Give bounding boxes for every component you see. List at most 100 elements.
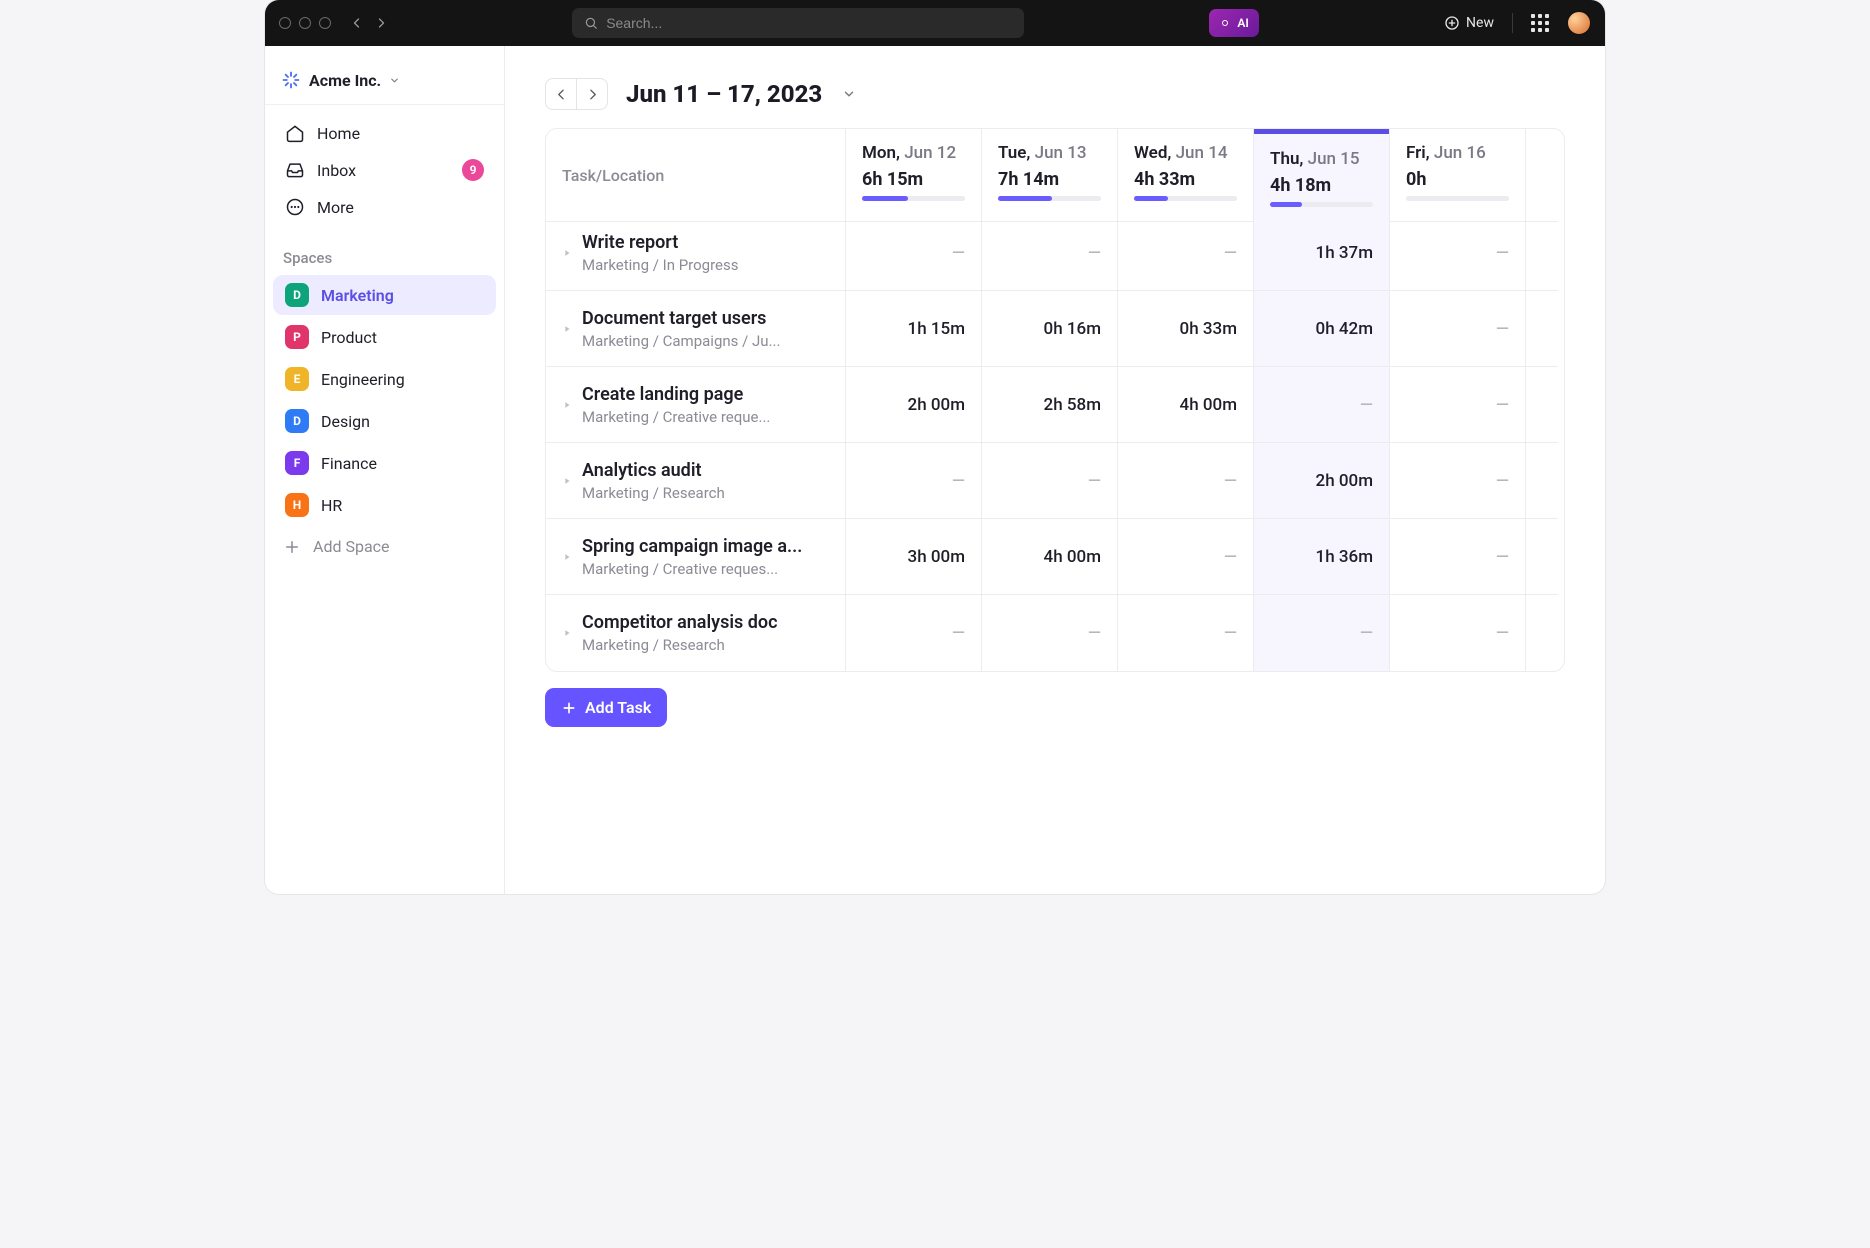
day-header[interactable]: Wed, Jun 14 4h 33m bbox=[1118, 129, 1254, 222]
nav-home-label: Home bbox=[317, 124, 360, 143]
inbox-badge: 9 bbox=[462, 159, 484, 181]
day-dow: Fri, Jun 16 bbox=[1406, 143, 1509, 163]
more-icon bbox=[285, 197, 305, 217]
forward-button[interactable] bbox=[375, 17, 387, 29]
caret-right-icon[interactable] bbox=[562, 628, 572, 638]
task-cell[interactable]: Document target users Marketing / Campai… bbox=[546, 291, 846, 367]
search-input[interactable] bbox=[606, 15, 1012, 31]
prev-week-button[interactable] bbox=[545, 78, 577, 110]
sidebar: Acme Inc. Home Inbox 9 bbox=[265, 46, 505, 894]
back-button[interactable] bbox=[351, 17, 363, 29]
traffic-lights bbox=[279, 17, 331, 29]
task-name: Analytics audit bbox=[582, 460, 725, 481]
space-item-finance[interactable]: F Finance bbox=[273, 443, 496, 483]
space-item-engineering[interactable]: E Engineering bbox=[273, 359, 496, 399]
nav-more[interactable]: More bbox=[273, 189, 496, 225]
time-cell-overflow bbox=[1526, 367, 1558, 443]
time-cell[interactable]: — bbox=[982, 595, 1118, 671]
time-cell[interactable]: — bbox=[982, 215, 1118, 291]
time-value: — bbox=[952, 471, 965, 491]
space-item-product[interactable]: P Product bbox=[273, 317, 496, 357]
time-cell[interactable]: 2h 00m bbox=[1254, 443, 1390, 519]
global-search[interactable] bbox=[572, 8, 1024, 38]
nav-home[interactable]: Home bbox=[273, 115, 496, 151]
spaces-heading: Spaces bbox=[265, 235, 504, 273]
task-name: Document target users bbox=[582, 308, 780, 329]
day-header[interactable]: Fri, Jun 16 0h bbox=[1390, 129, 1526, 222]
window-chrome: AI New bbox=[265, 0, 1605, 46]
nav-inbox[interactable]: Inbox 9 bbox=[273, 151, 496, 189]
close-dot[interactable] bbox=[279, 17, 291, 29]
time-cell[interactable]: — bbox=[1390, 443, 1526, 519]
workspace-switcher[interactable]: Acme Inc. bbox=[265, 60, 504, 105]
add-space-button[interactable]: Add Space bbox=[265, 527, 504, 566]
apps-icon[interactable] bbox=[1531, 14, 1549, 32]
time-value: — bbox=[1496, 623, 1509, 643]
time-value: 1h 37m bbox=[1316, 243, 1373, 263]
space-item-hr[interactable]: H HR bbox=[273, 485, 496, 525]
day-dow: Wed, Jun 14 bbox=[1134, 143, 1237, 163]
time-cell[interactable]: 0h 16m bbox=[982, 291, 1118, 367]
day-header[interactable]: Tue, Jun 13 7h 14m bbox=[982, 129, 1118, 222]
time-cell[interactable]: — bbox=[1118, 443, 1254, 519]
minimize-dot[interactable] bbox=[299, 17, 311, 29]
new-button[interactable]: New bbox=[1444, 15, 1494, 31]
time-cell[interactable]: 3h 00m bbox=[846, 519, 982, 595]
time-cell[interactable]: — bbox=[982, 443, 1118, 519]
task-cell[interactable]: Create landing page Marketing / Creative… bbox=[546, 367, 846, 443]
next-week-button[interactable] bbox=[576, 78, 608, 110]
ai-button[interactable]: AI bbox=[1209, 9, 1258, 37]
space-item-design[interactable]: D Design bbox=[273, 401, 496, 441]
add-task-button[interactable]: Add Task bbox=[545, 688, 667, 727]
task-cell[interactable]: Competitor analysis doc Marketing / Rese… bbox=[546, 595, 846, 671]
spaces-list: D MarketingP ProductE EngineeringD Desig… bbox=[265, 275, 504, 525]
caret-right-icon[interactable] bbox=[562, 400, 572, 410]
time-cell[interactable]: — bbox=[1254, 595, 1390, 671]
time-cell[interactable]: — bbox=[1118, 595, 1254, 671]
time-cell[interactable]: — bbox=[1390, 215, 1526, 291]
time-cell[interactable]: — bbox=[846, 443, 982, 519]
time-value: — bbox=[1088, 471, 1101, 491]
time-value: — bbox=[1088, 243, 1101, 263]
caret-right-icon[interactable] bbox=[562, 248, 572, 258]
time-value: 2h 00m bbox=[1316, 471, 1373, 491]
chevron-down-icon[interactable] bbox=[842, 87, 856, 101]
user-avatar[interactable] bbox=[1567, 11, 1591, 35]
time-cell[interactable]: 1h 15m bbox=[846, 291, 982, 367]
time-cell[interactable]: 0h 42m bbox=[1254, 291, 1390, 367]
time-cell[interactable]: — bbox=[1390, 595, 1526, 671]
zoom-dot[interactable] bbox=[319, 17, 331, 29]
time-cell[interactable]: — bbox=[1390, 367, 1526, 443]
space-item-marketing[interactable]: D Marketing bbox=[273, 275, 496, 315]
date-range-bar: Jun 11 – 17, 2023 bbox=[545, 46, 1565, 128]
table-header-row: Task/Location Mon, Jun 12 6h 15m Tue, Ju… bbox=[546, 129, 1564, 215]
time-cell[interactable]: 1h 36m bbox=[1254, 519, 1390, 595]
time-cell[interactable]: 0h 33m bbox=[1118, 291, 1254, 367]
task-cell[interactable]: Analytics audit Marketing / Research bbox=[546, 443, 846, 519]
task-cell[interactable]: Spring campaign image a... Marketing / C… bbox=[546, 519, 846, 595]
timesheet-table: Task/Location Mon, Jun 12 6h 15m Tue, Ju… bbox=[545, 128, 1565, 672]
time-cell[interactable]: — bbox=[1390, 291, 1526, 367]
caret-right-icon[interactable] bbox=[562, 552, 572, 562]
time-cell[interactable]: 2h 58m bbox=[982, 367, 1118, 443]
caret-right-icon[interactable] bbox=[562, 476, 572, 486]
caret-right-icon[interactable] bbox=[562, 324, 572, 334]
time-value: — bbox=[1496, 319, 1509, 339]
time-cell[interactable]: — bbox=[1118, 215, 1254, 291]
time-cell[interactable]: — bbox=[1254, 367, 1390, 443]
time-cell[interactable]: 4h 00m bbox=[982, 519, 1118, 595]
time-cell[interactable]: — bbox=[1118, 519, 1254, 595]
time-value: 4h 00m bbox=[1044, 547, 1101, 567]
time-cell[interactable]: — bbox=[1390, 519, 1526, 595]
time-cell[interactable]: 4h 00m bbox=[1118, 367, 1254, 443]
time-cell[interactable]: 1h 37m bbox=[1254, 215, 1390, 291]
time-value: — bbox=[1496, 547, 1509, 567]
day-header[interactable]: Thu, Jun 15 4h 18m bbox=[1254, 129, 1390, 222]
day-header[interactable]: Mon, Jun 12 6h 15m bbox=[846, 129, 982, 222]
time-value: 1h 15m bbox=[908, 319, 965, 339]
time-cell[interactable]: 2h 00m bbox=[846, 367, 982, 443]
task-cell[interactable]: Write report Marketing / In Progress bbox=[546, 215, 846, 291]
time-cell[interactable]: — bbox=[846, 215, 982, 291]
space-badge-icon: D bbox=[285, 283, 309, 307]
time-cell[interactable]: — bbox=[846, 595, 982, 671]
